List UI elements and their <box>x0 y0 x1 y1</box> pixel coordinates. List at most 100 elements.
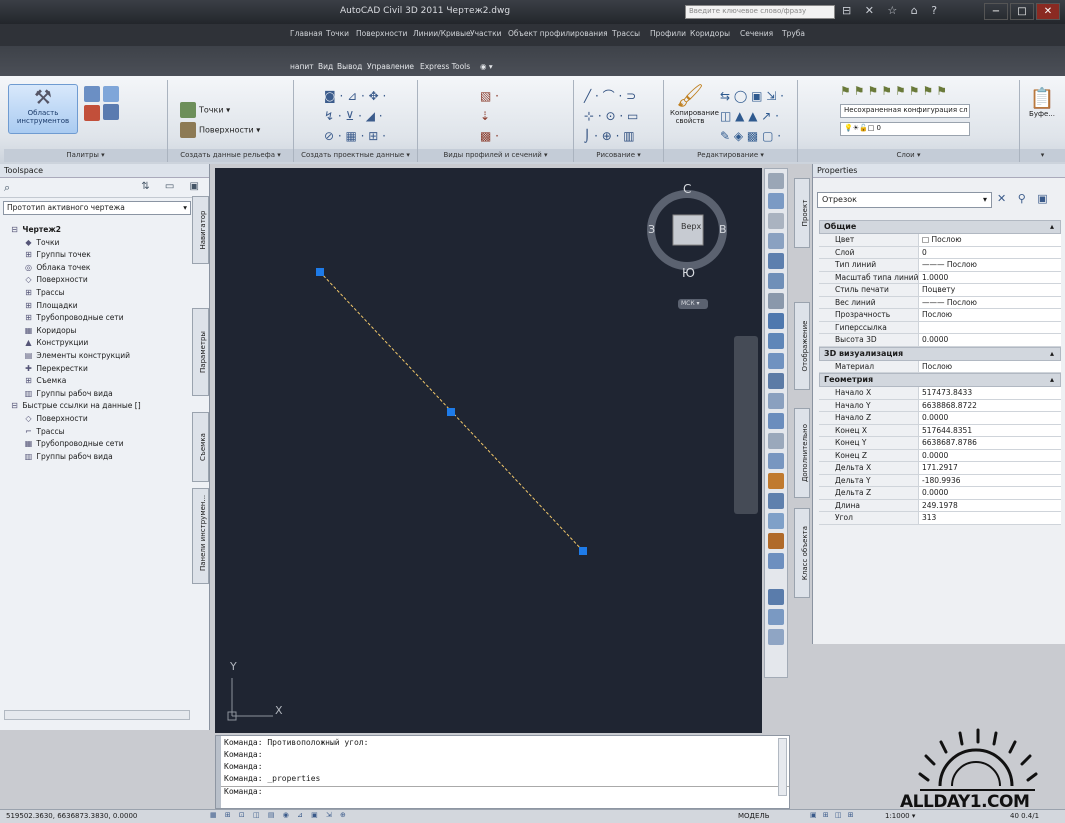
toolbar-tool-icon[interactable] <box>768 393 784 409</box>
toolspace-scrollbar[interactable] <box>4 710 190 720</box>
tab-parcels[interactable]: Участки <box>470 29 502 38</box>
tab-manage[interactable]: Управление <box>367 62 414 71</box>
search-icon[interactable]: ⌕ <box>4 181 10 194</box>
tree-item[interactable]: ⊞ Съемка <box>3 375 189 388</box>
tab-object-class[interactable]: Класс объекта <box>794 508 810 598</box>
toolbar-tool-icon[interactable] <box>768 629 784 645</box>
tree-item[interactable]: ◎ Облака точек <box>3 262 189 275</box>
properties-section-header[interactable]: Общие ▴ <box>819 220 1061 234</box>
tree-item[interactable]: ▤ Элементы конструкций <box>3 350 189 363</box>
tab-settings[interactable]: Параметры <box>192 308 209 396</box>
property-row[interactable]: Стиль печати Поцвету <box>819 284 1061 297</box>
tab-insert[interactable]: напит <box>290 62 314 71</box>
property-row[interactable]: Дельта Z 0.0000 <box>819 487 1061 500</box>
toolbar-tool-icon[interactable] <box>768 253 784 269</box>
property-row[interactable]: Прозрачность Послою <box>819 309 1061 322</box>
surfaces-button[interactable]: Поверхности ▾ <box>180 122 260 138</box>
tab-design[interactable]: Проект <box>794 178 810 248</box>
toolbar-tool-icon[interactable] <box>768 293 784 309</box>
property-row[interactable]: Начало X 517473.8433 <box>819 387 1061 400</box>
layer-dropdown[interactable]: 💡☀🔓□ 0 <box>840 122 970 136</box>
toolbar-tool-icon[interactable] <box>768 413 784 429</box>
toolspace-button[interactable]: ⚒ Область инструментов <box>8 84 78 134</box>
tree-item[interactable]: ◇ Поверхности <box>3 413 189 426</box>
property-value[interactable]: -180.9936 <box>919 474 1061 486</box>
command-scrollbar[interactable] <box>778 738 787 796</box>
tree-item[interactable]: ▲ Конструкции <box>3 337 189 350</box>
tab-profiles[interactable]: Профили <box>650 29 686 38</box>
tab-points[interactable]: Точки <box>326 29 349 38</box>
property-value[interactable] <box>919 321 1061 333</box>
panel-title[interactable]: Создать проектные данные ▾ <box>294 149 417 162</box>
command-prompt[interactable]: Команда: <box>216 786 789 798</box>
collapse-icon[interactable]: ▴ <box>1050 349 1054 358</box>
property-row[interactable]: Начало Z 0.0000 <box>819 412 1061 425</box>
prospector-view-dropdown[interactable]: Прототип активного чертежа ▾ <box>3 201 191 215</box>
property-row[interactable]: Дельта X 171.2917 <box>819 462 1061 475</box>
panel-title[interactable]: Редактирование ▾ <box>664 149 797 162</box>
tab-grading[interactable]: Объект профилирования <box>508 29 608 38</box>
property-row[interactable]: Конец Z 0.0000 <box>819 449 1061 462</box>
tab-toolbox[interactable]: Панели инструмен... <box>192 488 209 584</box>
layer-state-dropdown[interactable]: Несохраненная конфигурация сл ▾ <box>840 104 970 118</box>
property-value[interactable]: 313 <box>919 512 1061 524</box>
property-value[interactable]: 6638868.8722 <box>919 399 1061 411</box>
toolbar-icons[interactable] <box>765 173 787 645</box>
tree-item[interactable]: ◆ Точки <box>3 237 189 250</box>
property-value[interactable]: Послою <box>919 360 1061 372</box>
drafting-toggle-icons[interactable]: ▦ ⊞ ⊡ ◫ ▤ ◉ ⊿ ▣ ⇲ ⊕ <box>210 811 349 819</box>
clipboard-button[interactable]: 📋 Буфе... <box>1024 86 1060 118</box>
object-type-dropdown[interactable]: Отрезок ▾ <box>817 192 992 208</box>
toolbar-tool-icon[interactable] <box>768 193 784 209</box>
property-value[interactable]: 0.0000 <box>919 334 1061 346</box>
property-row[interactable]: Конец Y 6638687.8786 <box>819 437 1061 450</box>
tree-item[interactable]: ⊟ Чертеж2 <box>3 224 189 237</box>
toolbar-tool-icon[interactable] <box>768 453 784 469</box>
property-value[interactable]: ——— Послою <box>919 259 1061 271</box>
navigation-bar[interactable] <box>734 336 758 514</box>
viewcube-north[interactable]: С <box>683 182 691 196</box>
layer-tools-icons[interactable]: ⚑⚑⚑⚑⚑⚑⚑⚑ <box>840 84 950 98</box>
tree-item[interactable]: ▥ Группы рабоч вида <box>3 451 189 464</box>
maximize-button[interactable]: □ <box>1010 3 1034 20</box>
close-button[interactable]: ✕ <box>1036 3 1060 20</box>
property-value[interactable]: 171.2917 <box>919 462 1061 474</box>
tree-item[interactable]: ▦ Коридоры <box>3 325 189 338</box>
match-properties-button[interactable]: 🖌 Копирование свойств <box>670 84 719 125</box>
tree-item[interactable]: ▦ Трубопроводные сети <box>3 438 189 451</box>
property-value[interactable]: 0.0000 <box>919 412 1061 424</box>
property-value[interactable]: Послою <box>919 309 1061 321</box>
panel-title[interactable]: Палитры ▾ <box>4 149 167 162</box>
toolbar-tool-icon[interactable] <box>768 313 784 329</box>
tree-item[interactable]: ▥ Группы рабоч вида <box>3 388 189 401</box>
ribbon-options-icon[interactable]: ◉ ▾ <box>480 62 493 71</box>
property-value[interactable]: ——— Послою <box>919 296 1061 308</box>
viewcube-east[interactable]: В <box>719 223 727 236</box>
tab-survey[interactable]: Съемка <box>192 412 209 482</box>
panel-title[interactable]: Слои ▾ <box>798 149 1019 162</box>
toolbar-tool-icon[interactable] <box>768 273 784 289</box>
wcs-label[interactable]: МСК ▾ <box>681 300 700 307</box>
property-row[interactable]: Дельта Y -180.9936 <box>819 474 1061 487</box>
property-value[interactable]: 249.1978 <box>919 499 1061 511</box>
property-row[interactable]: Вес линий ——— Послою <box>819 296 1061 309</box>
tab-corridors[interactable]: Коридоры <box>690 29 730 38</box>
property-row[interactable]: Гиперссылка <box>819 321 1061 334</box>
grip-end[interactable] <box>579 547 587 555</box>
property-value[interactable]: □ Послою <box>919 234 1061 246</box>
panel-title[interactable]: Создать данные рельефа ▾ <box>168 149 293 162</box>
tree-item[interactable]: ⌐ Трассы <box>3 426 189 439</box>
design-tools-icons[interactable]: ◙ · ⊿ · ✥ · ↯ · ⊻ · ◢ · ⊘ · ▦ · ⊞ · <box>324 86 386 146</box>
tree-item[interactable]: ⊞ Трубопроводные сети <box>3 312 189 325</box>
toolbar-tool-icon[interactable] <box>768 213 784 229</box>
collapse-icon[interactable]: ▴ <box>1050 222 1054 231</box>
panel-title[interactable]: Рисование ▾ <box>574 149 663 162</box>
toolbar-tool-icon[interactable] <box>768 609 784 625</box>
drawing-area[interactable]: Верх С Ю З В МСК ▾ Y X <box>215 168 762 733</box>
tab-express-tools[interactable]: Express Tools <box>420 62 470 71</box>
properties-section-header[interactable]: 3D визуализация ▴ <box>819 346 1061 361</box>
property-value[interactable]: 0 <box>919 246 1061 258</box>
viewcube-south[interactable]: Ю <box>682 266 695 280</box>
property-value[interactable]: 517644.8351 <box>919 424 1061 436</box>
model-label[interactable]: МОДЕЛЬ <box>738 812 770 820</box>
